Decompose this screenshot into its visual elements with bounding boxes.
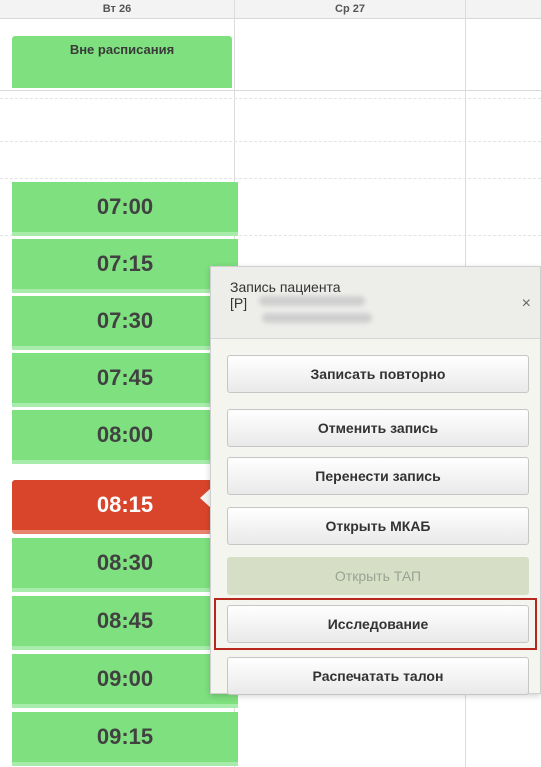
popup-header: Запись пациента [P] ×: [211, 267, 540, 339]
time-slot[interactable]: 09:00: [12, 654, 238, 708]
redacted-patient-info: [262, 313, 372, 323]
time-slot[interactable]: 07:30: [12, 296, 238, 350]
day-header-wed[interactable]: Ср 27: [235, 0, 466, 19]
redacted-patient-name: [259, 296, 365, 306]
row-separator: [0, 98, 541, 99]
off-schedule-slot[interactable]: Вне расписания: [12, 36, 232, 88]
close-icon[interactable]: ×: [522, 295, 531, 313]
row-separator: [0, 90, 541, 91]
patient-appointment-popup: Запись пациента [P] × Записать повторно …: [210, 266, 541, 695]
time-slot[interactable]: 08:00: [12, 410, 238, 464]
day-header-tue[interactable]: Вт 26: [0, 0, 235, 19]
book-again-button[interactable]: Записать повторно: [227, 355, 529, 393]
time-slot[interactable]: 07:45: [12, 353, 238, 407]
cancel-appointment-button[interactable]: Отменить запись: [227, 409, 529, 447]
open-mkab-button[interactable]: Открыть МКАБ: [227, 507, 529, 545]
time-slot[interactable]: 09:15: [12, 712, 238, 766]
move-appointment-button[interactable]: Перенести запись: [227, 457, 529, 495]
open-tap-button: Открыть ТАП: [227, 557, 529, 595]
popup-title: Запись пациента: [230, 279, 341, 295]
time-slot[interactable]: 07:15: [12, 239, 238, 293]
row-separator: [0, 141, 541, 142]
print-ticket-button[interactable]: Распечатать талон: [227, 657, 529, 695]
time-slot[interactable]: 08:45: [12, 596, 238, 650]
time-slot[interactable]: 08:30: [12, 538, 238, 592]
row-separator: [0, 178, 541, 179]
time-slot[interactable]: 07:00: [12, 182, 238, 236]
research-button[interactable]: Исследование: [227, 605, 529, 643]
day-header-next: [466, 0, 541, 19]
